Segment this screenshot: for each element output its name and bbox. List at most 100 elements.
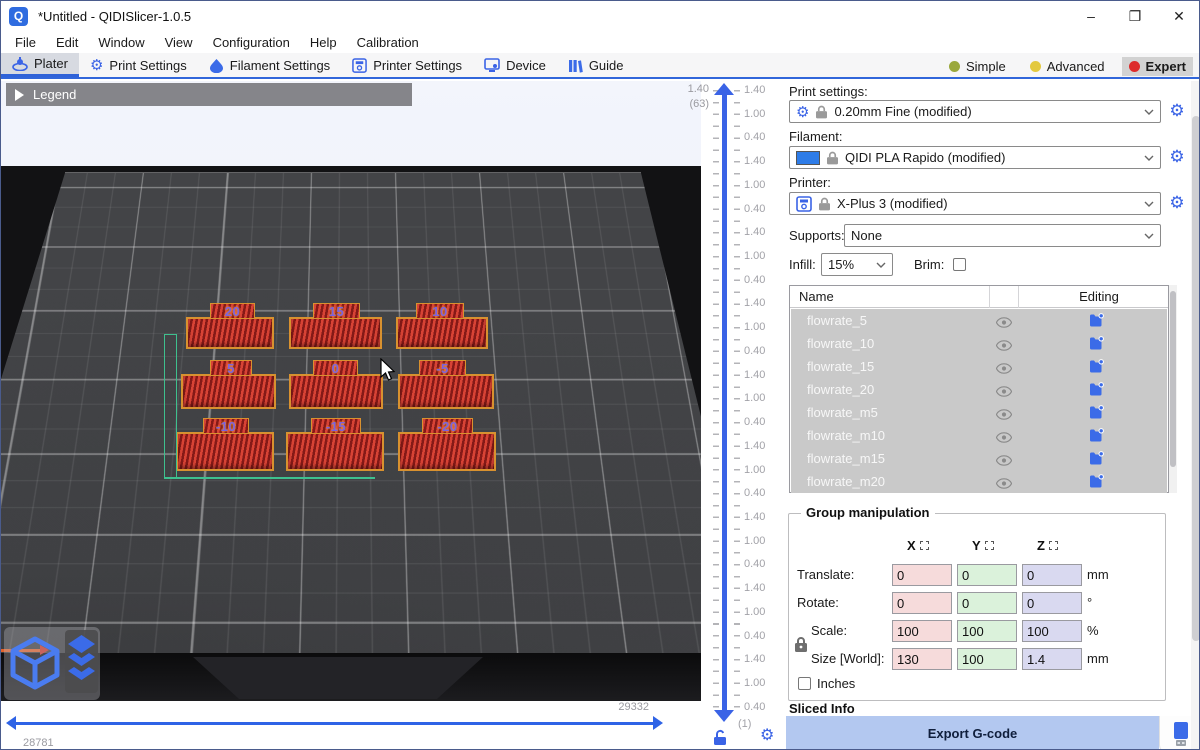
eye-visibility-icon[interactable] — [996, 384, 1012, 402]
menu-calibration[interactable]: Calibration — [347, 35, 429, 50]
layer-slider-track[interactable] — [722, 91, 727, 713]
menu-window[interactable]: Window — [88, 35, 154, 50]
printer-gear-button[interactable]: ⚙ — [1167, 193, 1187, 213]
mode-advanced[interactable]: Advanced — [1023, 57, 1112, 76]
model-patch-0[interactable] — [289, 374, 383, 409]
mode-simple[interactable]: Simple — [942, 57, 1013, 76]
slider-settings-gear-icon[interactable]: ⚙ — [760, 728, 774, 744]
menu-edit[interactable]: Edit — [46, 35, 88, 50]
edit-object-icon[interactable] — [1089, 451, 1104, 470]
object-row-flowrate_m20[interactable]: flowrate_m20 — [791, 470, 1167, 493]
model-patch--15[interactable] — [286, 432, 384, 471]
menu-view[interactable]: View — [155, 35, 203, 50]
legend-collapsed-bar[interactable]: Legend — [6, 83, 412, 106]
supports-combo[interactable]: None — [844, 224, 1161, 247]
edit-object-icon[interactable] — [1089, 405, 1104, 424]
gm-input-1-x[interactable] — [892, 592, 952, 614]
tab-printer-settings[interactable]: Printer Settings — [341, 53, 473, 77]
horizontal-slider-track[interactable] — [15, 722, 655, 725]
edit-object-icon[interactable] — [1089, 474, 1104, 493]
gm-input-3-x[interactable] — [892, 648, 952, 670]
filament-combo[interactable]: QIDI PLA Rapido (modified) — [789, 146, 1161, 169]
model-patch-tab--5[interactable]: -5 — [419, 360, 466, 376]
infill-combo[interactable]: 15% — [821, 253, 893, 276]
eye-visibility-icon[interactable] — [996, 338, 1012, 356]
maximize-button[interactable]: ❐ — [1113, 1, 1157, 31]
eye-visibility-icon[interactable] — [996, 476, 1012, 494]
gm-input-1-y[interactable] — [957, 592, 1017, 614]
list-scrollbar[interactable] — [1169, 285, 1177, 493]
eye-visibility-icon[interactable] — [996, 361, 1012, 379]
slider-left-thumb[interactable] — [6, 716, 16, 730]
unlock-icon[interactable] — [713, 729, 727, 750]
tab-print-settings[interactable]: ⚙Print Settings — [79, 53, 198, 77]
mode-expert[interactable]: Expert — [1122, 57, 1193, 76]
eye-visibility-icon[interactable] — [996, 453, 1012, 471]
inches-checkbox[interactable] — [798, 677, 811, 690]
object-row-flowrate_m10[interactable]: flowrate_m10 — [791, 424, 1167, 447]
eye-visibility-icon[interactable] — [996, 430, 1012, 448]
layer-slider-upper-thumb[interactable] — [714, 83, 734, 95]
gm-input-2-y[interactable] — [957, 620, 1017, 642]
menu-configuration[interactable]: Configuration — [203, 35, 300, 50]
print-settings-gear-button[interactable]: ⚙ — [1167, 101, 1187, 121]
object-row-flowrate_5[interactable]: flowrate_5 — [791, 309, 1167, 332]
model-patch-tab--15[interactable]: -15 — [311, 418, 361, 434]
object-row-flowrate_10[interactable]: flowrate_10 — [791, 332, 1167, 355]
model-patch--20[interactable] — [398, 432, 496, 471]
close-button[interactable]: ✕ — [1157, 1, 1200, 31]
gm-input-0-z[interactable] — [1022, 564, 1082, 586]
gm-input-3-z[interactable] — [1022, 648, 1082, 670]
slider-right-thumb[interactable] — [653, 716, 663, 730]
model-patch-15[interactable] — [289, 317, 382, 349]
edit-object-icon[interactable] — [1089, 359, 1104, 378]
object-row-flowrate_15[interactable]: flowrate_15 — [791, 355, 1167, 378]
list-scrollbar-thumb[interactable] — [1170, 291, 1176, 467]
brim-checkbox[interactable] — [953, 258, 966, 271]
3d-editor-view-button[interactable] — [8, 632, 62, 694]
gm-input-2-z[interactable] — [1022, 620, 1082, 642]
eye-visibility-icon[interactable] — [996, 315, 1012, 333]
gm-input-2-x[interactable] — [892, 620, 952, 642]
model-patch-tab-0[interactable]: 0 — [313, 360, 358, 376]
gm-input-0-x[interactable] — [892, 564, 952, 586]
model-patch--5[interactable] — [398, 374, 494, 409]
object-row-flowrate_20[interactable]: flowrate_20 — [791, 378, 1167, 401]
model-patch-tab--10[interactable]: -10 — [203, 418, 249, 434]
menu-help[interactable]: Help — [300, 35, 347, 50]
model-patch-tab-5[interactable]: 5 — [210, 360, 252, 376]
object-row-flowrate_m15[interactable]: flowrate_m15 — [791, 447, 1167, 470]
model-patch-20[interactable] — [186, 317, 274, 349]
minimize-button[interactable]: – — [1069, 1, 1113, 31]
filament-gear-button[interactable]: ⚙ — [1167, 147, 1187, 167]
tab-filament-settings[interactable]: Filament Settings — [198, 53, 341, 77]
model-patch-tab-15[interactable]: 15 — [313, 303, 360, 319]
preview-view-button[interactable] — [65, 630, 98, 693]
model-patch-tab-20[interactable]: 20 — [210, 303, 255, 319]
printer-combo[interactable]: X-Plus 3 (modified) — [789, 192, 1161, 215]
model-patch-tab-10[interactable]: 10 — [416, 303, 464, 319]
edit-object-icon[interactable] — [1089, 313, 1104, 332]
edit-object-icon[interactable] — [1089, 336, 1104, 355]
model-patch--10[interactable] — [176, 432, 274, 471]
menu-file[interactable]: File — [5, 35, 46, 50]
3d-viewport[interactable]: 20 15 10 5 0 -5 -10 -15 -20 Legend — [1, 81, 701, 701]
gm-input-3-y[interactable] — [957, 648, 1017, 670]
tab-plater[interactable]: Plater — [1, 53, 79, 77]
model-patch-tab--20[interactable]: -20 — [422, 418, 473, 434]
model-patch-5[interactable] — [181, 374, 276, 409]
export-gcode-button[interactable]: Export G-code — [786, 716, 1159, 750]
panel-scrollbar-thumb[interactable] — [1192, 116, 1200, 641]
print-settings-combo[interactable]: ⚙ 0.20mm Fine (modified) — [789, 100, 1161, 123]
gm-input-0-y[interactable] — [957, 564, 1017, 586]
edit-object-icon[interactable] — [1089, 428, 1104, 447]
model-patch-10[interactable] — [396, 317, 488, 349]
object-row-flowrate_m5[interactable]: flowrate_m5 — [791, 401, 1167, 424]
tab-guide[interactable]: Guide — [557, 53, 635, 77]
panel-scrollbar[interactable] — [1191, 81, 1200, 750]
tab-device[interactable]: Device — [473, 53, 557, 77]
edit-object-icon[interactable] — [1089, 382, 1104, 401]
layer-slider-lower-thumb[interactable] — [714, 710, 734, 722]
eye-visibility-icon[interactable] — [996, 407, 1012, 425]
gm-input-1-z[interactable] — [1022, 592, 1082, 614]
